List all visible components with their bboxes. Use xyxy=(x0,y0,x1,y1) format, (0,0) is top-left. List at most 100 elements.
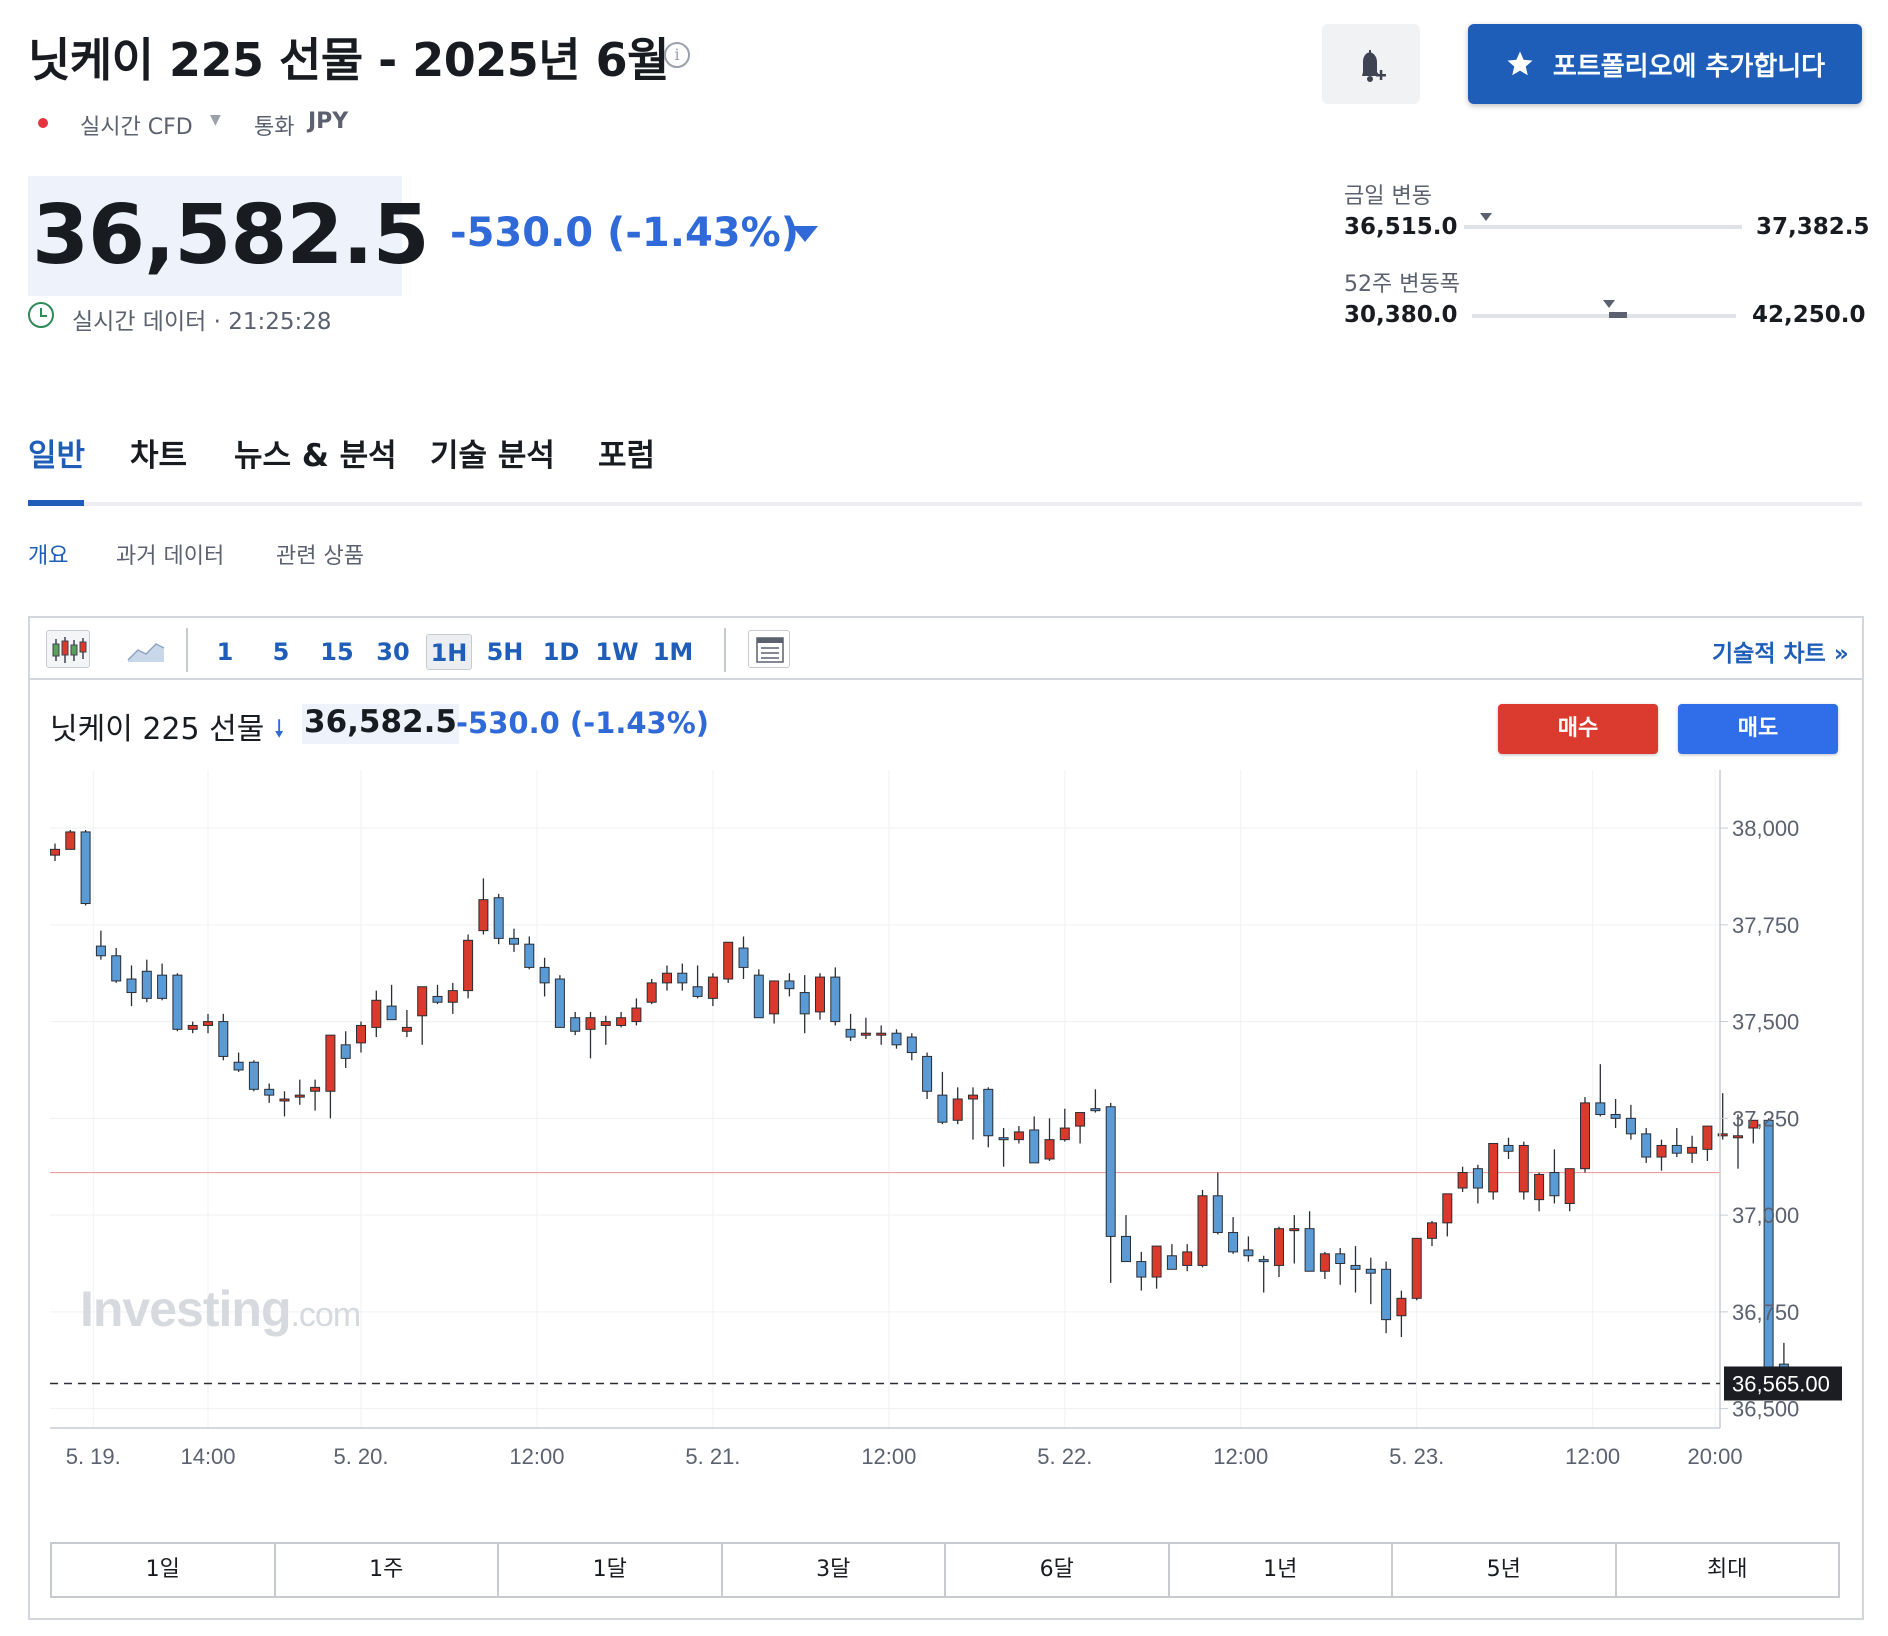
chart-price-change: -530.0 (-1.43%) xyxy=(456,706,710,740)
candle-body xyxy=(1702,1125,1713,1150)
period-1d[interactable]: 1일 xyxy=(52,1544,276,1596)
candle-body xyxy=(1472,1168,1483,1189)
candle-body xyxy=(891,1032,902,1046)
timeframe-1m[interactable]: 1M xyxy=(650,634,696,670)
chevron-down-icon[interactable]: ▼ xyxy=(210,112,221,128)
y-tick-label: 37,000 xyxy=(1732,1203,1799,1228)
info-icon[interactable]: i xyxy=(664,42,690,68)
candle-body xyxy=(692,986,703,997)
candle-body xyxy=(478,899,489,932)
candle-body xyxy=(1075,1112,1086,1127)
candle-body xyxy=(95,945,106,957)
week52-range-high: 42,250.0 xyxy=(1752,302,1866,328)
candle-body xyxy=(233,1061,244,1071)
period-1y[interactable]: 1년 xyxy=(1170,1544,1393,1596)
candle-body xyxy=(707,976,718,999)
timeframe-1w[interactable]: 1W xyxy=(594,634,640,670)
tab-chart[interactable]: 차트 xyxy=(130,430,187,475)
timeframe-1d[interactable]: 1D xyxy=(538,634,584,670)
x-tick-label: 12:00 xyxy=(1565,1444,1620,1469)
add-to-portfolio-button[interactable]: 포트폴리오에 추가합니다 xyxy=(1468,24,1862,104)
candle-body xyxy=(1411,1237,1422,1299)
tab-divider xyxy=(28,502,1862,506)
chart-layout-button[interactable] xyxy=(748,630,790,668)
candle-body xyxy=(1610,1113,1621,1119)
buy-button[interactable]: 매수 xyxy=(1498,704,1658,754)
candle-body xyxy=(1396,1297,1407,1317)
timeframe-5h[interactable]: 5H xyxy=(482,634,528,670)
period-1m[interactable]: 1달 xyxy=(499,1544,723,1596)
week52-range-title: 52주 변동폭 xyxy=(1344,272,1460,297)
subtab-related-products[interactable]: 관련 상품 xyxy=(276,538,364,570)
candle-body xyxy=(1304,1228,1315,1272)
candle-body xyxy=(279,1098,290,1102)
candlestick-icon xyxy=(52,637,87,663)
candle-body xyxy=(937,1094,948,1123)
candle-body xyxy=(968,1094,978,1100)
candle-body xyxy=(1534,1173,1545,1201)
candle-body xyxy=(600,1021,611,1026)
toolbar-separator xyxy=(186,628,188,672)
candle-body xyxy=(860,1032,871,1036)
week52-range-fill xyxy=(1609,312,1628,318)
candle-body xyxy=(1044,1139,1055,1160)
tab-technical-analysis[interactable]: 기술 분석 xyxy=(430,430,555,475)
tab-general[interactable]: 일반 xyxy=(28,430,85,475)
candle-body xyxy=(1274,1228,1284,1266)
chart-price: 36,582.5 xyxy=(302,704,459,744)
x-tick-label: 14:00 xyxy=(180,1444,235,1469)
add-to-portfolio-label: 포트폴리오에 추가합니다 xyxy=(1552,51,1826,82)
candle-body xyxy=(570,1017,581,1032)
watermark-brand: Investing xyxy=(80,1281,290,1337)
candle-body xyxy=(845,1028,856,1038)
candle-body xyxy=(65,831,76,850)
tab-forum[interactable]: 포럼 xyxy=(598,430,655,475)
tab-news-analysis[interactable]: 뉴스 & 분석 xyxy=(234,430,397,475)
subtab-historical-data[interactable]: 과거 데이터 xyxy=(116,538,224,570)
candle-body xyxy=(677,972,688,984)
candle-body xyxy=(1059,1127,1070,1141)
candle-body xyxy=(80,831,91,905)
candlestick-type-button[interactable] xyxy=(46,630,90,668)
candle-body xyxy=(1013,1131,1024,1141)
currency-label: 통화 xyxy=(254,115,295,140)
timeframe-30[interactable]: 30 xyxy=(370,634,416,670)
x-tick-label: 5. 20. xyxy=(333,1444,388,1469)
timeframe-1h[interactable]: 1H xyxy=(426,634,472,670)
period-3m[interactable]: 3달 xyxy=(723,1544,946,1596)
caret-down-icon xyxy=(792,226,818,242)
timeframe-1[interactable]: 1 xyxy=(202,634,248,670)
candle-body xyxy=(447,990,458,1003)
day-range-low: 36,515.0 xyxy=(1344,214,1458,240)
candle-body xyxy=(1105,1106,1116,1237)
period-5y[interactable]: 5년 xyxy=(1393,1544,1617,1596)
timeframe-5[interactable]: 5 xyxy=(258,634,304,670)
technical-chart-link[interactable]: 기술적 차트 » xyxy=(1712,634,1849,668)
candlestick-chart[interactable]: Investing.com 38,000 37,750 37,500 37,250 37… xyxy=(30,760,1862,1520)
source-label[interactable]: 실시간 CFD xyxy=(80,109,193,141)
candle-body xyxy=(1733,1135,1743,1139)
candle-body xyxy=(1518,1144,1529,1193)
add-alert-button[interactable] xyxy=(1322,24,1420,104)
candle-body xyxy=(1671,1144,1682,1154)
y-tick-label: 36,750 xyxy=(1732,1300,1799,1325)
price-change: -530.0 (-1.43%) xyxy=(450,210,799,256)
candle-body xyxy=(738,947,749,968)
week52-range-marker xyxy=(1603,300,1616,308)
candle-body xyxy=(1549,1172,1560,1197)
candle-body xyxy=(493,897,504,939)
subtab-overview[interactable]: 개요 xyxy=(28,538,68,570)
candle-body xyxy=(218,1021,229,1057)
candle-body xyxy=(799,992,810,1015)
candle-body xyxy=(998,1137,1009,1141)
period-6m[interactable]: 6달 xyxy=(946,1544,1170,1596)
candle-body xyxy=(952,1098,963,1121)
sell-button[interactable]: 매도 xyxy=(1678,704,1838,754)
realtime-timestamp: 실시간 데이터 · 21:25:28 xyxy=(72,309,332,335)
period-max[interactable]: 최대 xyxy=(1617,1544,1839,1596)
period-1w[interactable]: 1주 xyxy=(276,1544,499,1596)
timeframe-15[interactable]: 15 xyxy=(314,634,360,670)
area-chart-type-button[interactable] xyxy=(124,632,168,668)
candle-body xyxy=(1595,1102,1606,1115)
candle-body xyxy=(1641,1133,1652,1158)
